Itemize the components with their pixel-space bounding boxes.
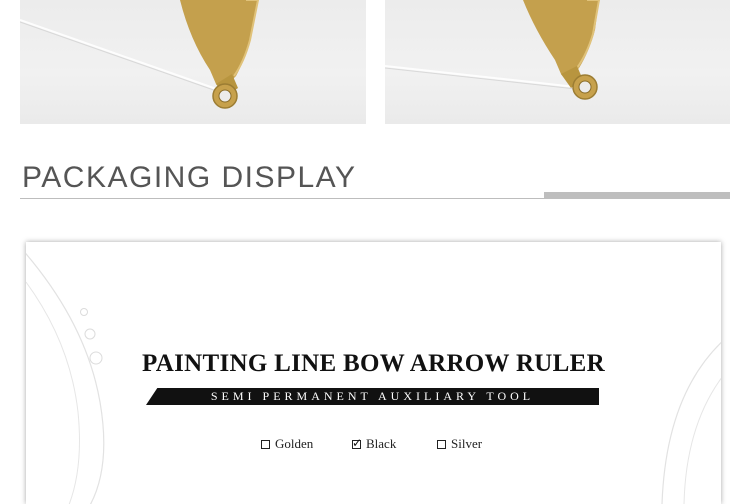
option-label: Golden [275, 436, 314, 451]
option-golden: Golden [261, 436, 313, 452]
checkbox-icon [437, 439, 446, 449]
option-silver: Silver [437, 436, 482, 452]
checkbox-icon [261, 439, 270, 449]
option-black: ✓ Black [352, 436, 396, 452]
checked-checkbox-icon: ✓ [352, 435, 363, 450]
option-label: Black [366, 436, 397, 451]
product-subtitle: SEMI PERMANENT AUXILIARY TOOL [210, 389, 535, 403]
section-divider [20, 198, 544, 199]
product-photo-left [20, 0, 366, 124]
product-title: PAINTING LINE BOW ARROW RULER [142, 350, 605, 377]
color-options: Golden ✓ Black Silver [26, 436, 721, 452]
product-subtitle-banner: SEMI PERMANENT AUXILIARY TOOL [146, 388, 599, 405]
product-photo-right [385, 0, 730, 124]
gold-ruler-image-right [385, 0, 601, 100]
option-label: Silver [451, 436, 483, 451]
packaging-box-image: PAINTING LINE BOW ARROW RULER SEMI PERMA… [26, 242, 721, 504]
gold-ruler-image-left [20, 0, 260, 109]
section-title: PACKAGING DISPLAY [22, 161, 357, 194]
section-divider-accent [544, 192, 730, 199]
